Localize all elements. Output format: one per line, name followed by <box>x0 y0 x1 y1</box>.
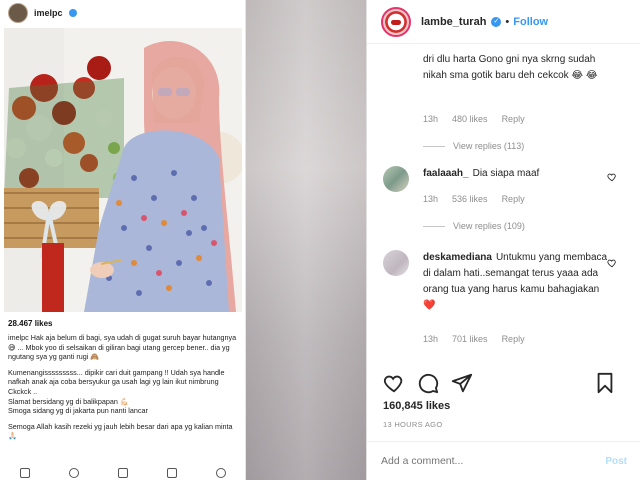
post-photo[interactable] <box>4 28 242 312</box>
lambe-turah-avatar[interactable] <box>381 6 411 37</box>
right-post-header: lambe_turah ✓ • Follow <box>367 0 640 44</box>
like-heart-icon[interactable] <box>383 372 405 394</box>
comment-meta: 13h 701 likes Reply <box>423 334 525 344</box>
comment-text: deskamediana Untukmu yang membaca di dala… <box>423 250 608 314</box>
left-post-header: imelpc <box>0 0 245 26</box>
post-likes-count[interactable]: 160,845 likes <box>383 400 450 412</box>
comment-time: 13h <box>423 194 439 204</box>
reels-icon[interactable] <box>117 468 128 478</box>
caption-paragraph: Kumenangisssssssss... dipikir cari duit … <box>8 367 225 416</box>
photo-illustration <box>4 28 242 312</box>
post-comment-button[interactable]: Post <box>605 456 627 467</box>
separator-dot: • <box>505 15 510 28</box>
view-replies-button[interactable]: View replies (109) <box>423 221 525 231</box>
left-likes: 28.467 likes <box>8 319 53 328</box>
comment-likes[interactable]: 536 likes <box>452 194 488 204</box>
search-icon[interactable] <box>68 468 79 478</box>
share-icon[interactable] <box>451 372 473 394</box>
like-comment-heart-icon[interactable] <box>607 258 617 268</box>
comment-text: faalaaah_ Dia siapa maaf <box>423 166 608 182</box>
right-username[interactable]: lambe_turah <box>421 16 486 28</box>
left-bottom-nav <box>0 466 245 480</box>
view-replies-button[interactable]: View replies (113) <box>423 141 524 151</box>
caption-paragraph: Semoga Allah kasih rezeki yg jauh lebih … <box>8 421 233 441</box>
verified-icon <box>68 9 77 17</box>
post-actions-bar <box>383 369 633 397</box>
left-avatar[interactable] <box>8 3 28 23</box>
verified-icon: ✓ <box>491 16 502 27</box>
comment-username[interactable]: faalaaah_ <box>423 168 469 179</box>
comment-body: Dia siapa maaf <box>472 168 540 179</box>
reply-button[interactable]: Reply <box>502 114 525 124</box>
comment-time: 13h <box>423 114 439 124</box>
add-comment-bar: Post <box>367 441 640 480</box>
caption-paragraph: imelpc Hak aja belum di bagi, sya udah d… <box>8 333 237 362</box>
comment-time: 13h <box>423 334 439 344</box>
post-timestamp: 13 HOURS AGO <box>383 420 443 429</box>
like-comment-heart-icon[interactable] <box>607 172 617 182</box>
comment-meta: 13h 480 likes Reply <box>423 114 525 124</box>
comment-likes[interactable]: 701 likes <box>452 334 488 344</box>
comment-text: dri dlu harta Gono gni nya skrng sudah n… <box>423 54 598 81</box>
comment-meta: 13h 536 likes Reply <box>423 194 525 204</box>
shop-icon[interactable] <box>167 468 178 478</box>
right-post-panel: lambe_turah ✓ • Follow dri dlu harta Gon… <box>366 0 640 480</box>
blurred-divider <box>246 0 366 480</box>
reply-button[interactable]: Reply <box>502 334 525 344</box>
add-comment-input[interactable] <box>381 455 606 467</box>
comment-username[interactable]: deskamediana <box>423 252 492 263</box>
commenter-avatar[interactable] <box>383 166 409 192</box>
commenter-avatar[interactable] <box>383 250 409 276</box>
reply-button[interactable]: Reply <box>502 194 525 204</box>
comment-likes[interactable]: 480 likes <box>452 114 488 124</box>
home-icon[interactable] <box>19 468 30 478</box>
left-caption: imelpc Hak aja belum di bagi, sya udah d… <box>8 333 238 447</box>
comment-icon[interactable] <box>417 372 439 394</box>
profile-icon[interactable] <box>216 468 227 478</box>
follow-button[interactable]: Follow <box>513 16 548 28</box>
bookmark-icon[interactable] <box>595 372 615 394</box>
left-username[interactable]: imelpc <box>34 8 63 18</box>
left-post-screenshot: imelpc 28.467 likes imelpc Hak aja belum… <box>0 0 246 480</box>
